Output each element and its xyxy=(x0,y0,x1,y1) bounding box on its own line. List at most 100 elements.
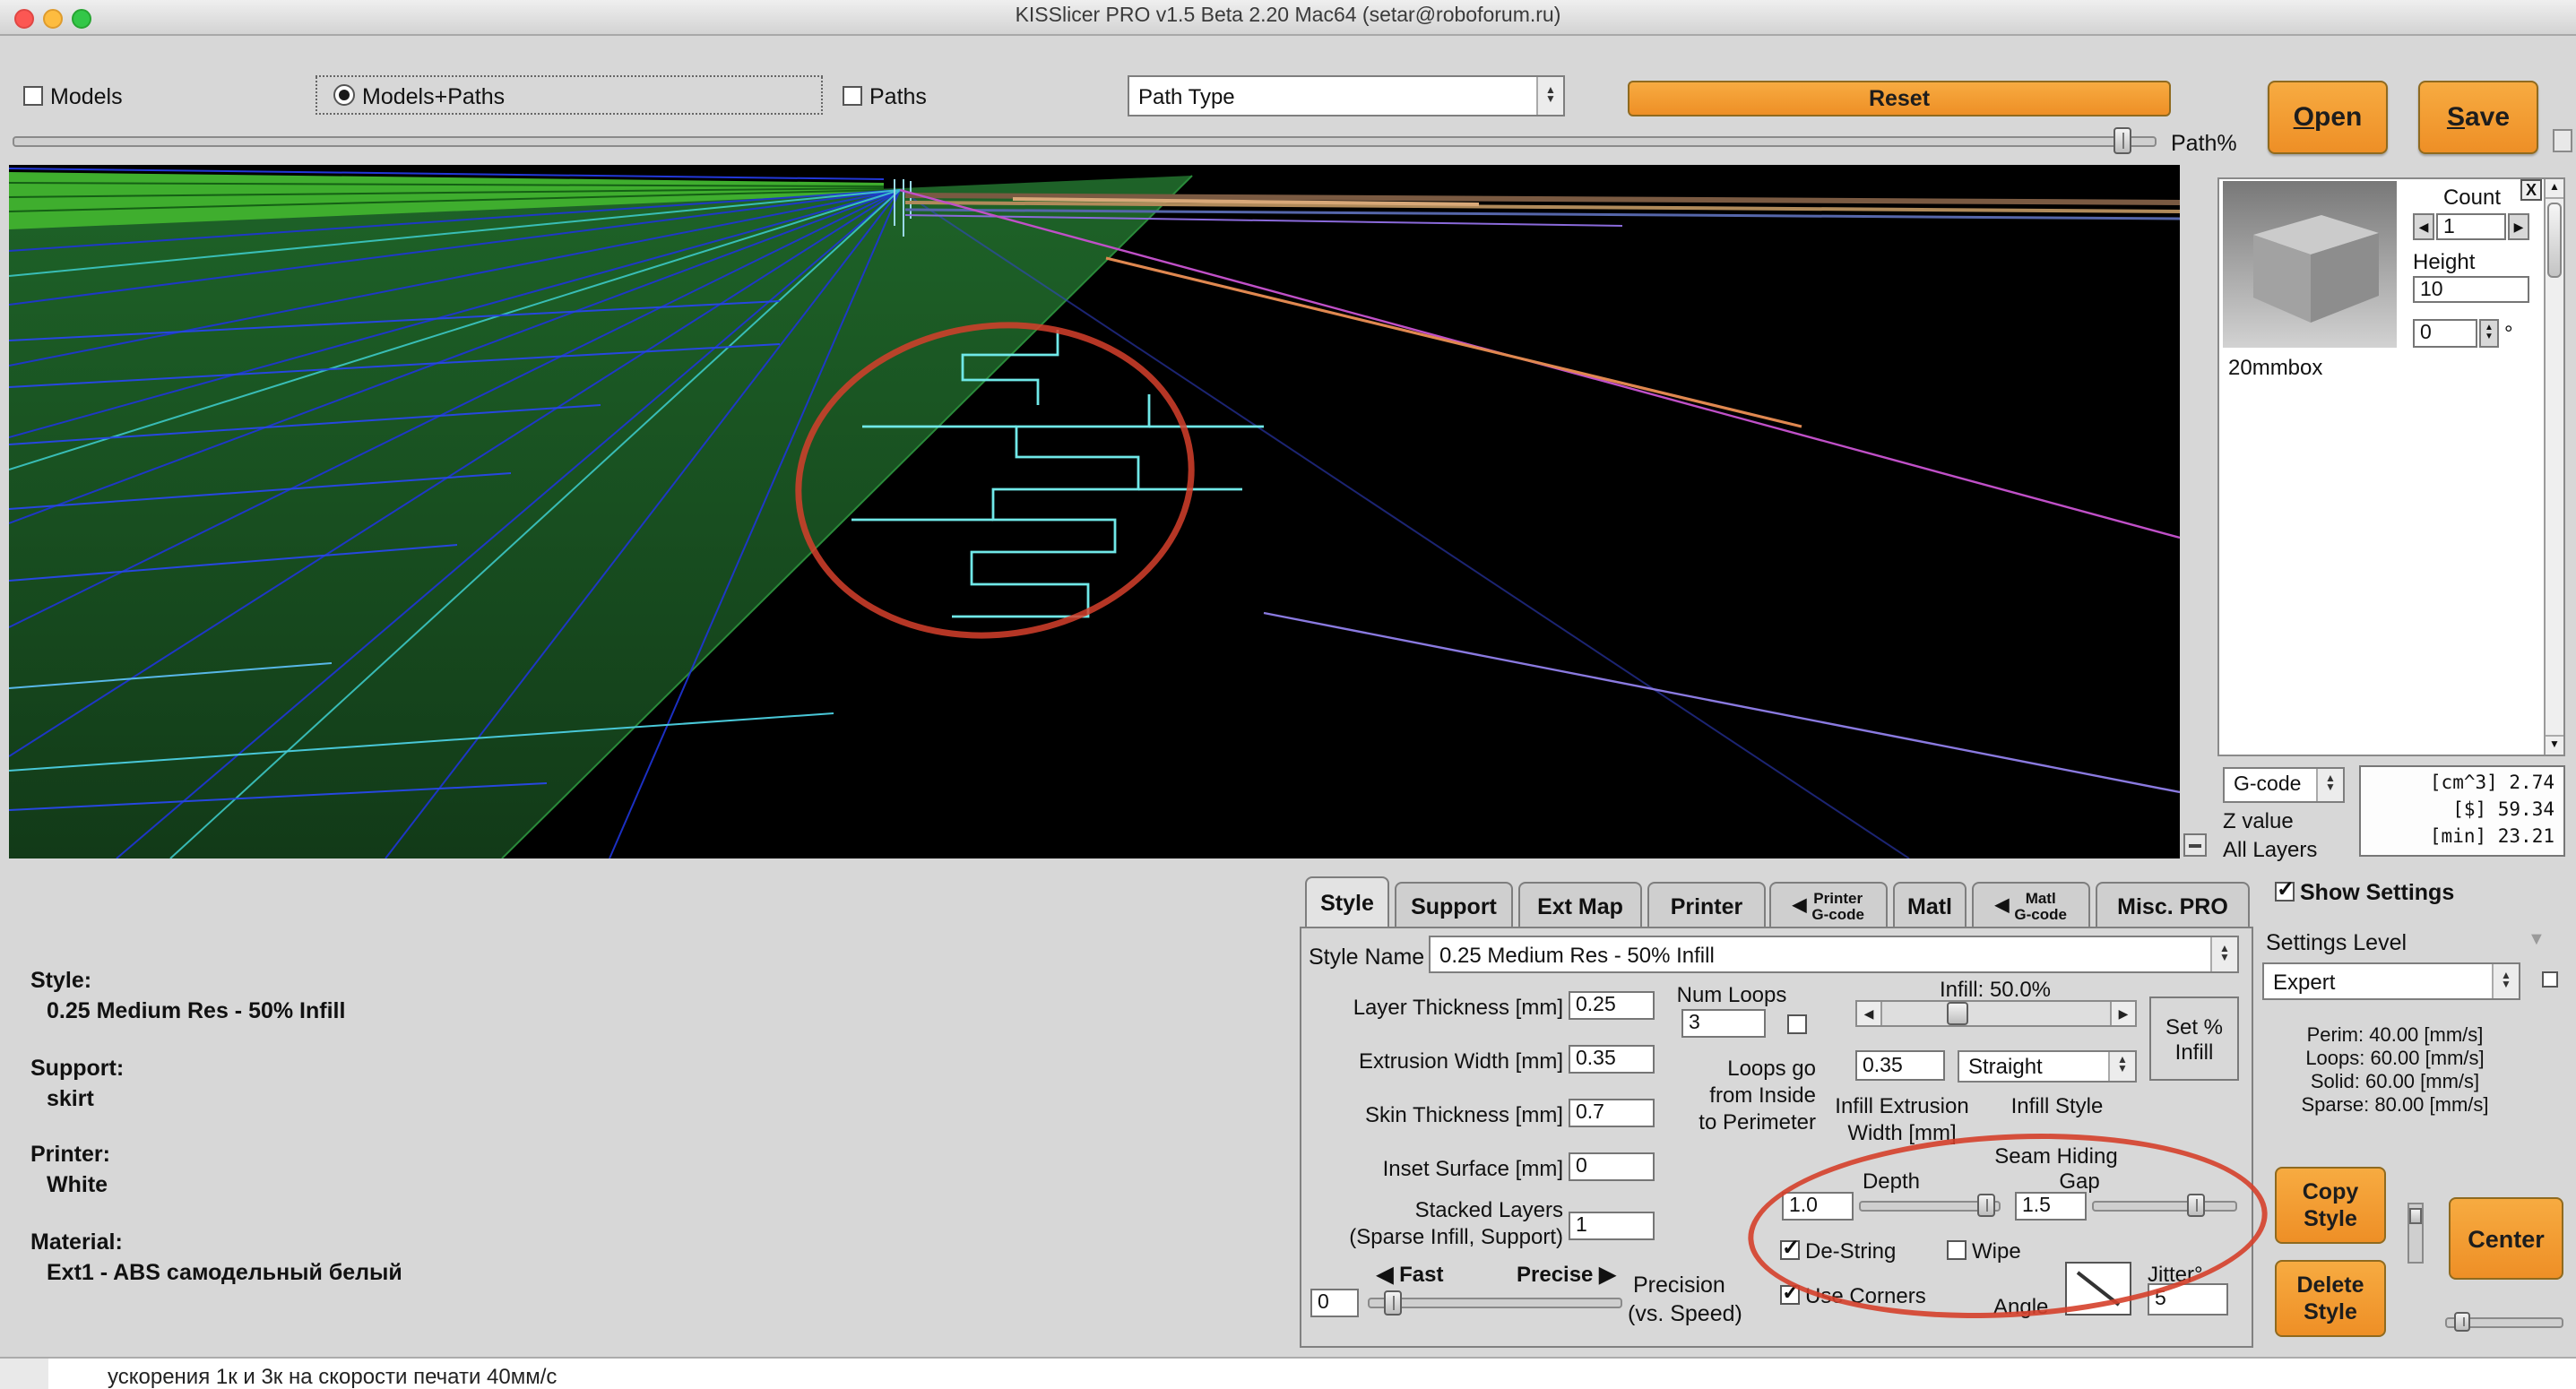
infill-slider-track[interactable] xyxy=(1882,1002,2110,1025)
tab-matl[interactable]: Matl xyxy=(1893,882,1967,928)
tab-support[interactable]: Support xyxy=(1395,882,1513,928)
inset-surface-label: Inset Surface [mm] xyxy=(1298,1156,1563,1181)
show-settings-checkbox[interactable] xyxy=(2275,882,2295,902)
path-percent-slider-thumb[interactable] xyxy=(2113,127,2131,154)
seam-angle-button[interactable] xyxy=(2065,1262,2131,1316)
jitter-value: 5 xyxy=(2155,1289,2166,1310)
set-percent-infill-button[interactable]: Set % Infill xyxy=(2149,996,2239,1081)
collapse-panel-button[interactable] xyxy=(2183,833,2207,857)
rotation-stepper[interactable]: ▲▼ xyxy=(2479,319,2499,348)
path-percent-slider[interactable] xyxy=(13,127,2157,154)
slider-left-arrow-icon[interactable]: ◀ xyxy=(1857,1002,1882,1025)
gcode-dropdown[interactable]: G-code ▲▼ xyxy=(2223,767,2345,803)
infill-extrusion-width-field[interactable]: 0.35 xyxy=(1855,1050,1945,1081)
window-title: KISSlicer PRO v1.5 Beta 2.20 Mac64 (seta… xyxy=(0,5,2576,27)
num-loops-field[interactable]: 3 xyxy=(1681,1009,1766,1038)
seam-gap-field[interactable]: 1.5 xyxy=(2015,1192,2087,1221)
path-percent-slider-track[interactable] xyxy=(13,135,2157,146)
infill-slider-thumb[interactable] xyxy=(1946,1002,1967,1025)
delete-style-button[interactable]: Delete Style xyxy=(2275,1260,2386,1337)
models-label: Models xyxy=(50,84,123,109)
seam-depth-field[interactable]: 1.0 xyxy=(1782,1192,1854,1221)
extrusion-width-label: Extrusion Width [mm] xyxy=(1298,1048,1563,1074)
speed-loops: Loops: 60.00 [mm/s] xyxy=(2252,1048,2538,1070)
jitter-field[interactable]: 5 xyxy=(2148,1283,2228,1316)
tab-misc-pro[interactable]: Misc. PRO xyxy=(2096,882,2250,928)
open-button[interactable]: Open xyxy=(2268,81,2388,154)
precision-slider-track[interactable] xyxy=(1368,1298,1622,1308)
scrollbar-thumb[interactable] xyxy=(2547,203,2562,278)
stacked-layers-field[interactable]: 1 xyxy=(1569,1212,1655,1240)
seam-hiding-label: Seam Hiding xyxy=(1975,1143,2137,1169)
count-increment-button[interactable]: ▶ xyxy=(2508,213,2529,240)
save-button-label: Save xyxy=(2447,102,2510,133)
tab-ext-map[interactable]: Ext Map xyxy=(1518,882,1642,928)
path-type-dropdown[interactable]: Path Type ▲▼ xyxy=(1128,75,1565,116)
count-decrement-button[interactable]: ◀ xyxy=(2413,213,2434,240)
chevron-updown-icon: ▲▼ xyxy=(2210,937,2237,971)
corner-box[interactable] xyxy=(2553,129,2572,152)
destring-checkbox[interactable] xyxy=(1780,1240,1800,1260)
rotation-value: 0 xyxy=(2420,323,2432,344)
style-mini-vslider[interactable] xyxy=(2407,1203,2424,1264)
height-field[interactable]: 10 xyxy=(2413,276,2529,303)
num-loops-checkbox[interactable] xyxy=(1787,1014,1807,1034)
precision-slider-thumb[interactable] xyxy=(1383,1290,1401,1316)
style-mini-vslider-thumb[interactable] xyxy=(2409,1208,2422,1224)
infill-slider[interactable]: ◀ ▶ xyxy=(1855,1000,2137,1027)
stat-time: [min] 23.21 xyxy=(2370,824,2554,851)
seam-gap-slider-track[interactable] xyxy=(2092,1200,2237,1211)
tab-style-label: Style xyxy=(1320,891,1374,916)
precise-label: Precise ▶ xyxy=(1517,1262,1616,1287)
center-button-label: Center xyxy=(2468,1225,2545,1252)
inset-surface-field[interactable]: 0 xyxy=(1569,1152,1655,1181)
view-mini-hslider[interactable] xyxy=(2445,1312,2563,1332)
skin-thickness-field[interactable]: 0.7 xyxy=(1569,1099,1655,1127)
models-checkbox[interactable] xyxy=(23,86,43,106)
settings-level-mini-checkbox[interactable] xyxy=(2542,971,2558,988)
viewport-3d[interactable] xyxy=(9,165,2180,858)
num-loops-value: 3 xyxy=(1689,1013,1700,1034)
center-button[interactable]: Center xyxy=(2449,1197,2563,1280)
disclosure-triangle-icon[interactable]: ▼ xyxy=(2528,930,2546,950)
settings-level-dropdown[interactable]: Expert ▲▼ xyxy=(2262,962,2520,1000)
precision-slider[interactable] xyxy=(1368,1290,1622,1316)
tab-style[interactable]: Style xyxy=(1305,876,1389,928)
extrusion-width-field[interactable]: 0.35 xyxy=(1569,1045,1655,1074)
slider-right-arrow-icon[interactable]: ▶ xyxy=(2110,1002,2135,1025)
tab-support-label: Support xyxy=(1411,893,1497,919)
info-printer-value: White xyxy=(47,1172,108,1197)
tab-printer-gcode[interactable]: ◀ Printer G-code xyxy=(1769,882,1888,928)
wipe-checkbox[interactable] xyxy=(1947,1240,1967,1260)
use-corners-checkbox[interactable] xyxy=(1780,1285,1800,1305)
seam-gap-slider-thumb[interactable] xyxy=(2188,1194,2206,1217)
seam-depth-slider[interactable] xyxy=(1859,1194,2001,1217)
view-mini-hslider-thumb[interactable] xyxy=(2455,1312,2471,1332)
reset-button[interactable]: Reset xyxy=(1628,81,2171,116)
copy-style-button[interactable]: Copy Style xyxy=(2275,1167,2386,1244)
layer-thickness-field[interactable]: 0.25 xyxy=(1569,991,1655,1020)
seam-depth-slider-thumb[interactable] xyxy=(1978,1194,1996,1217)
minus-icon xyxy=(2189,844,2201,848)
paths-checkbox[interactable] xyxy=(843,86,862,106)
save-button[interactable]: Save xyxy=(2418,81,2538,154)
precision-field[interactable]: 0 xyxy=(1310,1289,1359,1317)
models-paths-radio[interactable] xyxy=(333,84,355,106)
path-percent-label: Path% xyxy=(2171,131,2237,156)
remove-model-button[interactable]: X xyxy=(2520,179,2542,201)
scroll-down-icon[interactable]: ▼ xyxy=(2546,735,2563,755)
tab-printer[interactable]: Printer xyxy=(1647,882,1766,928)
tab-matl-gcode[interactable]: ◀ Matl G-code xyxy=(1972,882,2090,928)
rotation-field[interactable]: 0 xyxy=(2413,319,2477,348)
layer-thickness-label: Layer Thickness [mm] xyxy=(1298,995,1563,1020)
seam-gap-slider[interactable] xyxy=(2092,1194,2237,1217)
style-name-dropdown[interactable]: 0.25 Medium Res - 50% Infill ▲▼ xyxy=(1429,936,2239,973)
model-thumbnail[interactable] xyxy=(2223,181,2397,348)
notes-textarea[interactable]: ускорения 1к и 3к на скорости печати 40м… xyxy=(48,1359,2576,1389)
model-list-scrollbar[interactable]: ▲ ▼ xyxy=(2544,179,2563,755)
path-type-value: Path Type xyxy=(1138,83,1235,108)
infill-style-dropdown[interactable]: Straight ▲▼ xyxy=(1958,1050,2137,1083)
scroll-up-icon[interactable]: ▲ xyxy=(2546,179,2563,199)
settings-level-value: Expert xyxy=(2273,969,2335,994)
count-field[interactable]: 1 xyxy=(2436,213,2506,240)
